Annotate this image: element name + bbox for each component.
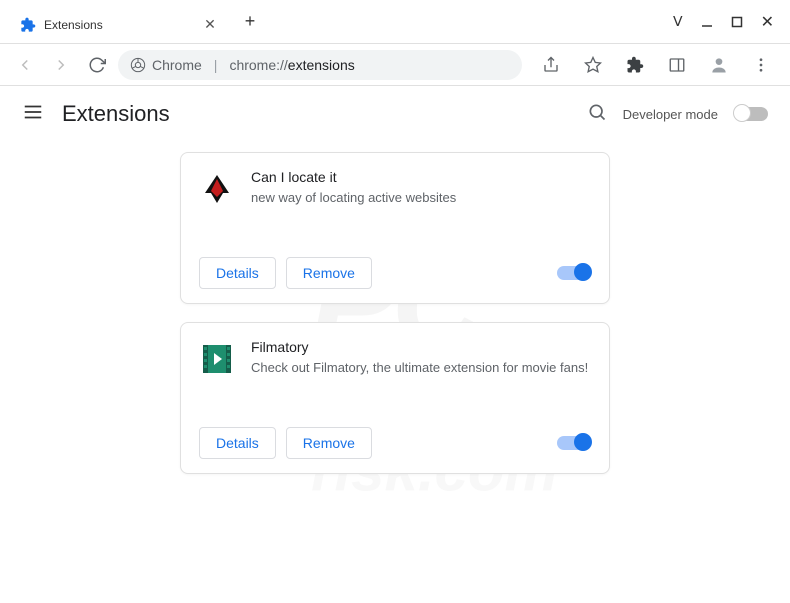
extension-name: Filmatory bbox=[251, 339, 591, 355]
side-panel-button[interactable] bbox=[662, 50, 692, 80]
search-icon[interactable] bbox=[587, 102, 607, 127]
extension-name: Can I locate it bbox=[251, 169, 591, 185]
developer-mode-toggle[interactable] bbox=[734, 107, 768, 121]
extensions-list: Can I locate it new way of locating acti… bbox=[0, 142, 790, 474]
details-button[interactable]: Details bbox=[199, 257, 276, 289]
eagle-icon bbox=[199, 171, 235, 207]
browser-toolbar: Chrome | chrome://extensions bbox=[0, 44, 790, 86]
remove-button[interactable]: Remove bbox=[286, 427, 372, 459]
address-bar[interactable]: Chrome | chrome://extensions bbox=[118, 50, 522, 80]
forward-button[interactable] bbox=[46, 50, 76, 80]
page-title: Extensions bbox=[62, 101, 170, 127]
browser-tab[interactable]: Extensions ✕ bbox=[8, 7, 228, 43]
toolbar-actions bbox=[528, 50, 780, 80]
extension-card: Filmatory Check out Filmatory, the ultim… bbox=[180, 322, 610, 474]
puzzle-piece-icon bbox=[20, 17, 36, 33]
minimize-button[interactable] bbox=[701, 16, 713, 28]
tab-title: Extensions bbox=[44, 18, 194, 32]
window-titlebar: Extensions ✕ + ᐯ ✕ bbox=[0, 0, 790, 44]
extension-enable-toggle[interactable] bbox=[557, 436, 591, 450]
extension-description: new way of locating active websites bbox=[251, 189, 591, 207]
extensions-button[interactable] bbox=[620, 50, 650, 80]
url-text: chrome://extensions bbox=[229, 57, 354, 73]
bookmark-button[interactable] bbox=[578, 50, 608, 80]
close-window-button[interactable]: ✕ bbox=[761, 12, 774, 32]
chrome-chip: Chrome bbox=[130, 57, 202, 73]
kebab-menu-button[interactable] bbox=[746, 50, 776, 80]
reload-button[interactable] bbox=[82, 50, 112, 80]
share-button[interactable] bbox=[536, 50, 566, 80]
profile-button[interactable] bbox=[704, 50, 734, 80]
chrome-icon bbox=[130, 57, 146, 73]
chrome-chip-label: Chrome bbox=[152, 57, 202, 73]
page-header: Extensions Developer mode bbox=[0, 86, 790, 142]
extension-description: Check out Filmatory, the ultimate extens… bbox=[251, 359, 591, 377]
details-button[interactable]: Details bbox=[199, 427, 276, 459]
back-button[interactable] bbox=[10, 50, 40, 80]
maximize-button[interactable] bbox=[731, 16, 743, 28]
chevron-down-icon[interactable]: ᐯ bbox=[673, 13, 683, 30]
developer-mode-label: Developer mode bbox=[623, 107, 718, 122]
extension-enable-toggle[interactable] bbox=[557, 266, 591, 280]
window-controls: ᐯ ✕ bbox=[673, 12, 790, 32]
close-tab-button[interactable]: ✕ bbox=[202, 16, 218, 33]
omnibox-separator: | bbox=[214, 57, 218, 73]
extension-card: Can I locate it new way of locating acti… bbox=[180, 152, 610, 304]
film-icon bbox=[199, 341, 235, 377]
new-tab-button[interactable]: + bbox=[236, 8, 264, 36]
remove-button[interactable]: Remove bbox=[286, 257, 372, 289]
hamburger-menu-button[interactable] bbox=[22, 101, 44, 128]
